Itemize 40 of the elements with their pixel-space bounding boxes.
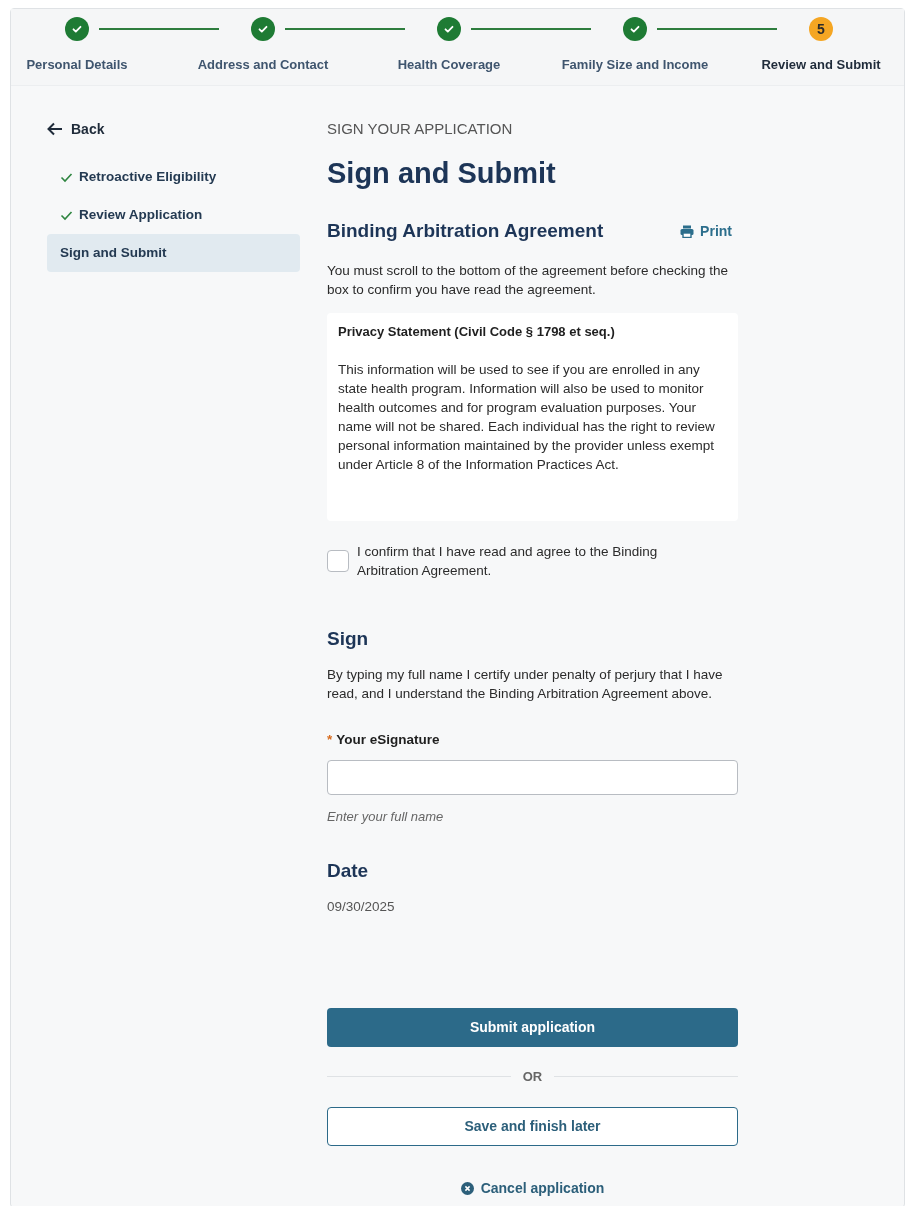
step-label[interactable]: Address and Contact xyxy=(197,55,329,75)
step-label[interactable]: Personal Details xyxy=(26,55,128,75)
step-label[interactable]: Review and Submit xyxy=(761,55,881,75)
date-value: 09/30/2025 xyxy=(327,898,396,917)
confirm-checkbox[interactable] xyxy=(327,549,349,572)
print-button[interactable]: Print xyxy=(680,220,732,242)
section-heading: Sign xyxy=(327,626,370,651)
section-heading: Date xyxy=(327,858,370,883)
sidebar-item[interactable]: Retroactive Eligibility xyxy=(47,158,300,196)
sidebar-item[interactable]: Review Application xyxy=(47,196,300,234)
esignature-field[interactable] xyxy=(327,760,738,796)
step-label[interactable]: Health Coverage xyxy=(397,55,501,75)
page-title: Sign and Submit xyxy=(327,156,557,191)
document-title: Privacy Statement (Civil Code § 1798 et seq.) xyxy=(338,322,616,341)
submit-button[interactable]: Submit application xyxy=(327,1007,738,1047)
back-arrow-icon xyxy=(47,122,63,136)
cancel-link[interactable]: Cancel application xyxy=(460,1178,605,1199)
step-complete-icon xyxy=(437,17,461,41)
step-number: 5 xyxy=(809,17,833,41)
sidebar-item[interactable]: Sign and Submit xyxy=(47,234,300,272)
instructions-text: You must scroll to the bottom of the agreement before checking the box to confirm you have read the agreement. xyxy=(327,261,729,299)
field-label: Your eSignature xyxy=(336,731,440,749)
document-body: This information will be used to see if you are enrolled in any state health program. Information will also be used to monitor health outcomes and for program evaluation purposes. Your name will not be shared. Each individual has the right to review personal information maintained by the provider unless exempt under Article 8 of the Information Practices Act. xyxy=(338,361,716,474)
check-icon xyxy=(60,209,73,221)
step-complete-icon xyxy=(65,17,89,41)
or-text: OR xyxy=(522,1067,543,1086)
close-icon xyxy=(460,1182,474,1195)
back-link[interactable]: Back xyxy=(47,119,300,139)
step-label[interactable]: Family Size and Income xyxy=(561,55,709,75)
step-complete-icon xyxy=(623,17,647,41)
sign-statement: By typing my full name I certify under penalty of perjury that I have read, and I understand the Binding Arbitration Agreement above. xyxy=(327,666,724,703)
check-icon xyxy=(60,171,73,183)
step-complete-icon xyxy=(251,17,275,41)
field-hint: Enter your full name xyxy=(327,808,445,827)
confirm-label: I confirm that I have read and agree to the Binding Arbitration Agreement. xyxy=(357,542,659,580)
overline-text: SIGN YOUR APPLICATION xyxy=(327,119,514,139)
save-button[interactable]: Save and finish later xyxy=(327,1107,738,1146)
section-heading: Binding Arbitration Agreement xyxy=(327,219,604,243)
printer-icon xyxy=(680,224,695,238)
required-mark: * xyxy=(327,731,333,749)
